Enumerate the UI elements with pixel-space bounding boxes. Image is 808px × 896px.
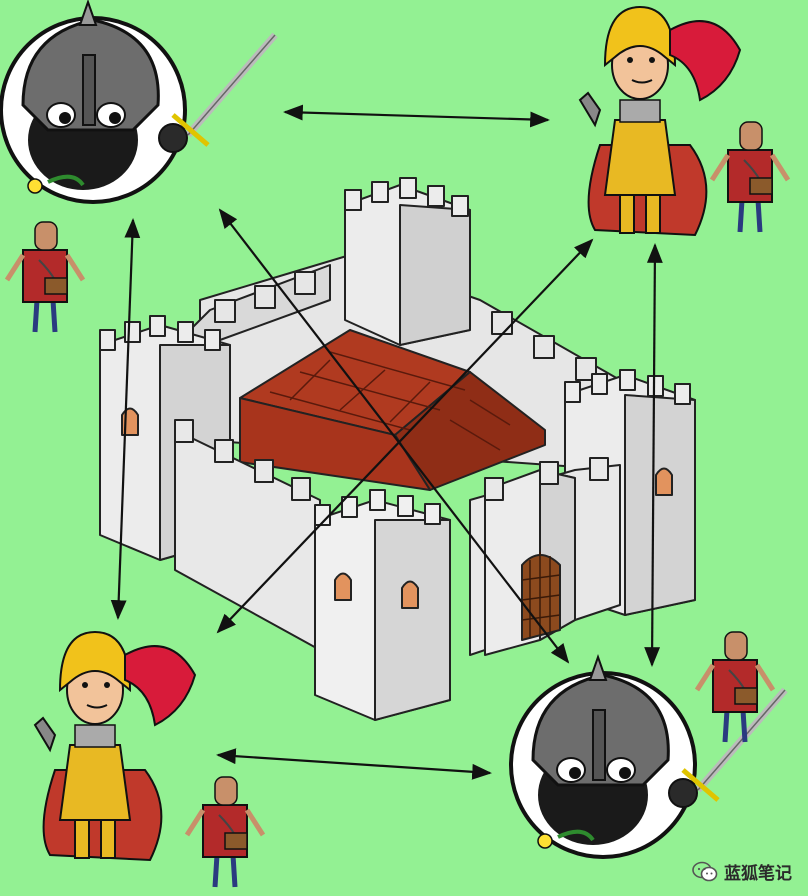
- watermark: 蓝狐笔记: [692, 859, 792, 884]
- wechat-icon: [692, 861, 718, 881]
- general-communication-diagram: [0, 0, 808, 896]
- watermark-text: 蓝狐笔记: [724, 864, 792, 884]
